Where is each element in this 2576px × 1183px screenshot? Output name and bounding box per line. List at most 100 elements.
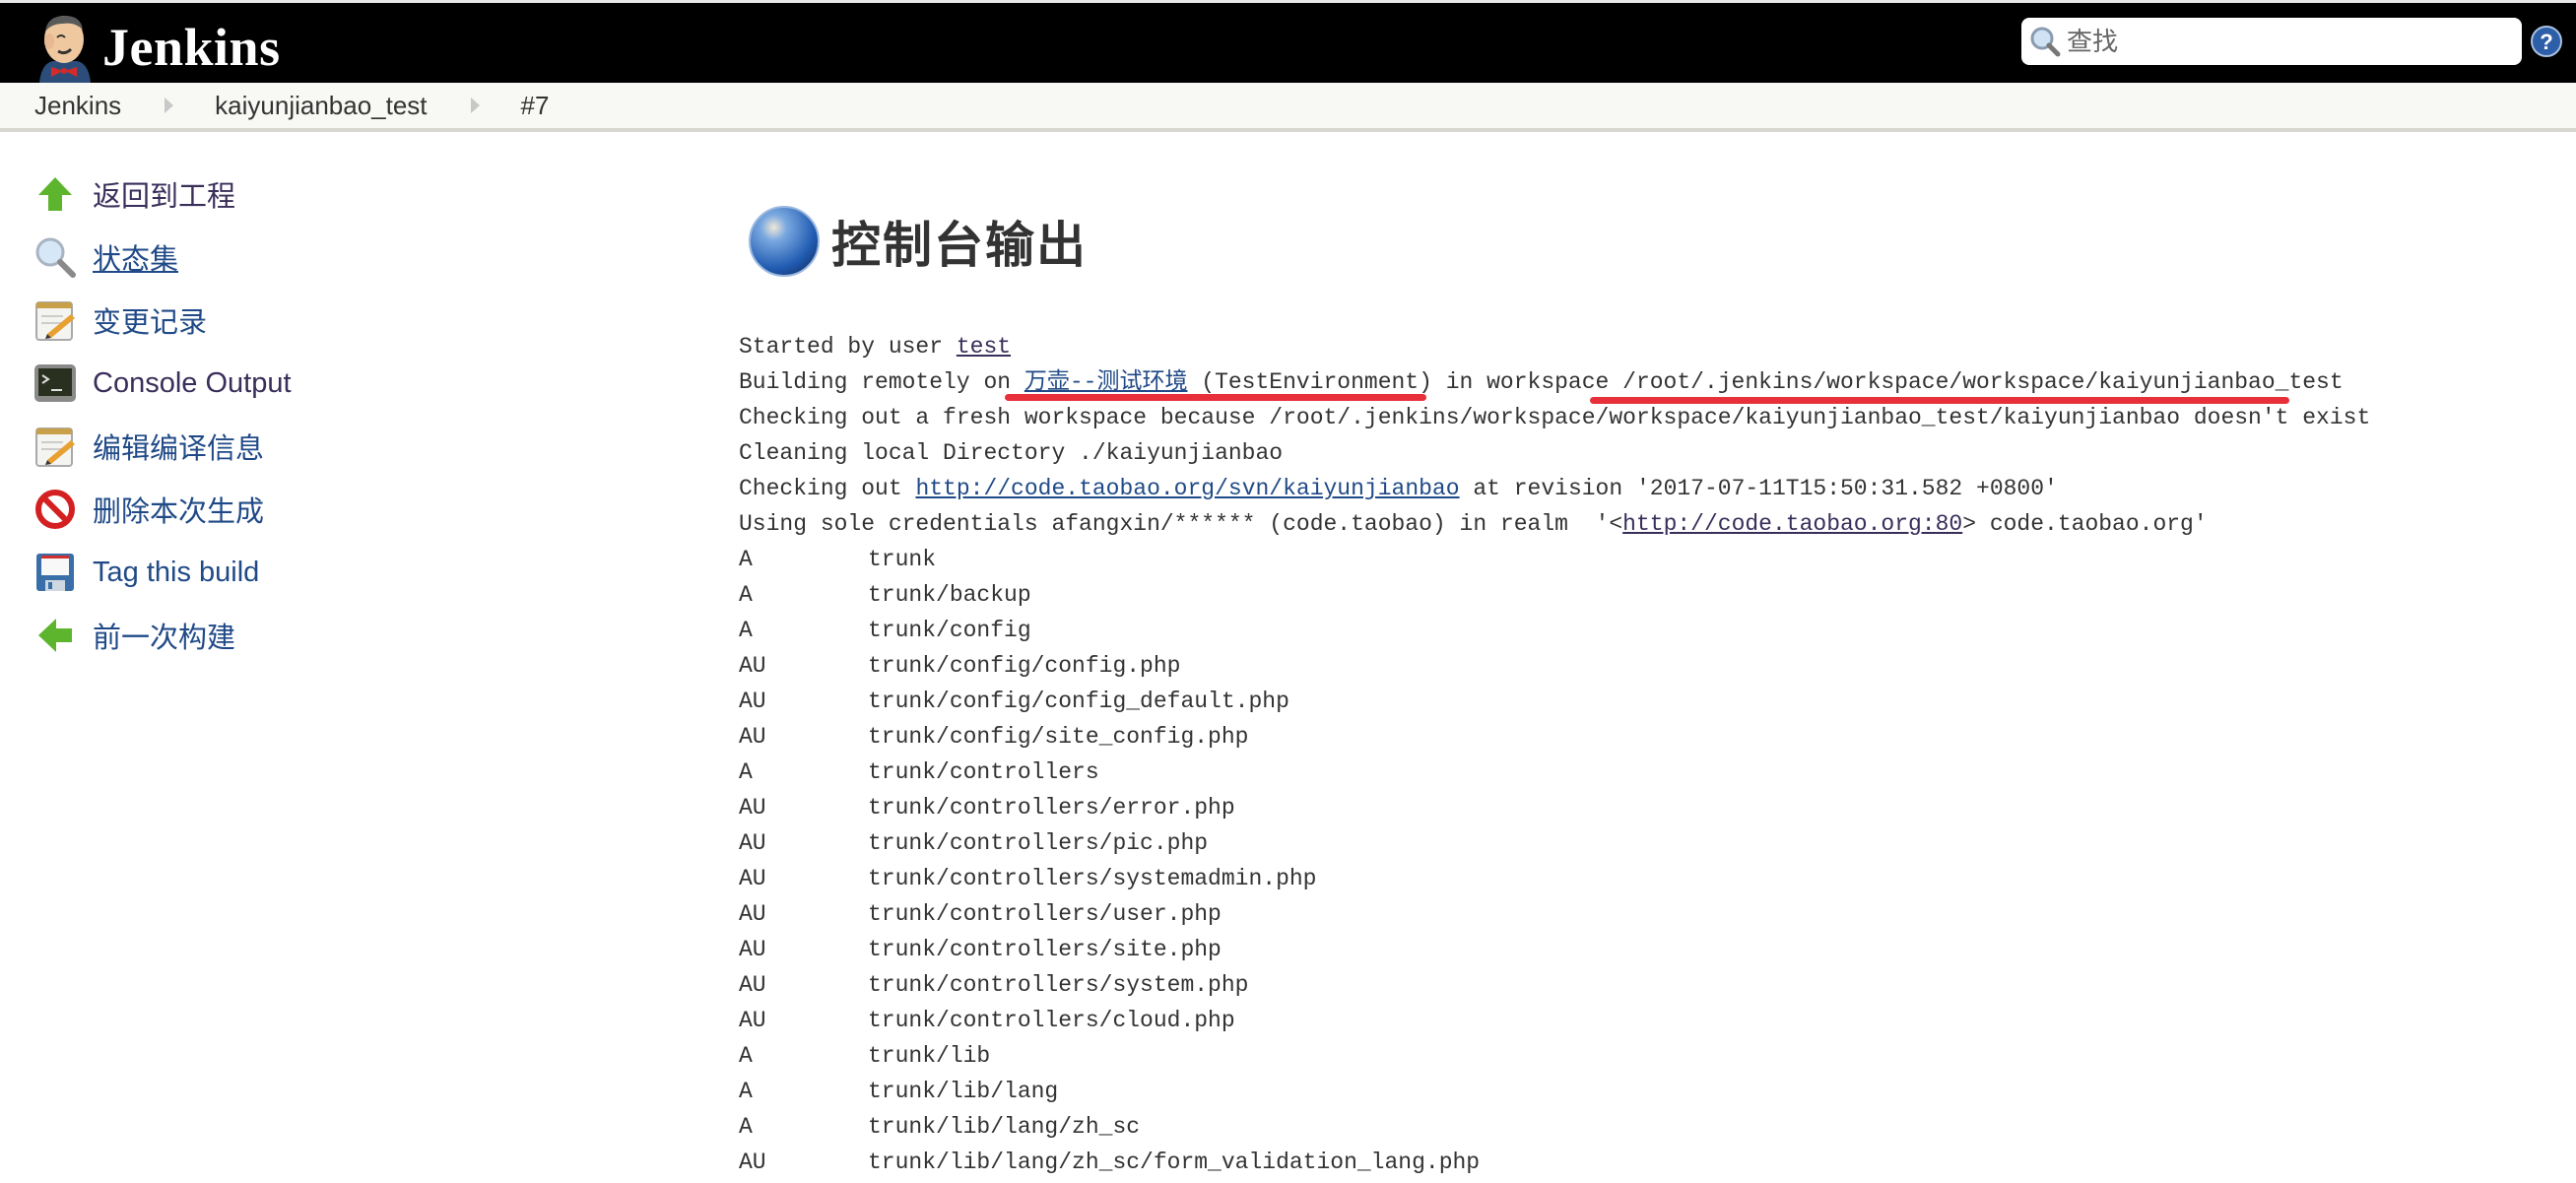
sidebar-item-label[interactable]: 前一次构建 — [93, 615, 235, 656]
console-line: Checking out a fresh workspace because /… — [739, 405, 2371, 430]
svn-status: A — [739, 1079, 753, 1104]
file-path: trunk/controllers/systemadmin.php — [868, 866, 1317, 891]
svn-status: A — [739, 1043, 753, 1069]
annotation-underline — [1005, 394, 1426, 401]
file-path: trunk/lib/lang/zh_sc — [868, 1114, 1141, 1140]
console-file-line: Atrunk/lib/lang — [739, 1079, 1058, 1104]
annotation-underline — [1590, 397, 2289, 404]
console-file-line: Atrunk — [739, 547, 936, 572]
file-path: trunk/lib/lang/zh_sc/form_validation_lan… — [868, 1150, 1481, 1175]
file-path: trunk/controllers/cloud.php — [868, 1008, 1235, 1033]
console-file-line: Atrunk/backup — [739, 582, 1031, 608]
left-arrow-icon — [32, 612, 79, 659]
sidebar-item-console-output[interactable]: Console Output — [32, 352, 292, 415]
side-panel: 返回到工程 状态集 变更记录 Console Output 编辑编译信息 删除本… — [32, 163, 292, 667]
console-line: Checking out http://code.taobao.org/svn/… — [739, 476, 2058, 501]
sidebar-item-label[interactable]: 返回到工程 — [93, 173, 235, 215]
sidebar-item-back-to-project[interactable]: 返回到工程 — [32, 163, 292, 226]
svn-status: AU — [739, 795, 766, 821]
sidebar-item-tag-build[interactable]: Tag this build — [32, 541, 292, 604]
file-path: trunk/backup — [868, 582, 1031, 608]
top-header: Jenkins ? — [0, 0, 2576, 83]
file-path: trunk/config/config_default.php — [868, 689, 1289, 714]
breadcrumb: Jenkins kaiyunjianbao_test #7 — [0, 83, 2576, 132]
console-file-line: AU trunk/controllers/system.php — [739, 972, 1248, 998]
console-file-line: AU trunk/controllers/user.php — [739, 901, 1222, 927]
main-panel: 控制台输出 — [739, 197, 1088, 286]
sidebar-item-delete-build[interactable]: 删除本次生成 — [32, 478, 292, 541]
user-link[interactable]: test — [957, 334, 1011, 360]
console-file-line: AU trunk/lib/lang/zh_sc/form_validation_l… — [739, 1150, 1480, 1175]
sidebar-item-label[interactable]: Console Output — [93, 367, 292, 400]
console-file-line: AU trunk/config/site_config.php — [739, 724, 1248, 750]
up-arrow-icon — [32, 170, 79, 218]
sidebar-item-label[interactable]: 变更记录 — [93, 299, 207, 341]
search-box[interactable] — [2021, 18, 2522, 65]
svn-status: A — [739, 1114, 753, 1140]
breadcrumb-separator-icon[interactable] — [470, 98, 480, 113]
breadcrumb-build[interactable]: #7 — [521, 91, 550, 121]
svn-status: AU — [739, 689, 766, 714]
notepad-icon — [32, 423, 79, 470]
console-line: Started by user test — [739, 334, 1012, 360]
sidebar-item-label[interactable]: 编辑编译信息 — [93, 426, 264, 467]
file-path: trunk/controllers/error.php — [868, 795, 1235, 821]
sidebar-item-status[interactable]: 状态集 — [32, 226, 292, 289]
file-path: trunk/controllers/system.php — [868, 972, 1249, 998]
svn-status: A — [739, 582, 753, 608]
logo-title: Jenkins — [102, 18, 281, 77]
floppy-icon — [32, 549, 79, 596]
node-link[interactable]: 万壶--测试环境 — [1024, 369, 1188, 395]
file-path: trunk/controllers/pic.php — [868, 830, 1209, 856]
breadcrumb-jenkins[interactable]: Jenkins — [34, 91, 121, 121]
no-entry-icon — [32, 486, 79, 533]
sidebar-item-previous-build[interactable]: 前一次构建 — [32, 604, 292, 667]
console-line: Using sole credentials afangxin/****** (… — [739, 511, 2208, 537]
page-heading: 控制台输出 — [747, 197, 1088, 286]
help-icon[interactable]: ? — [2530, 25, 2563, 58]
notepad-icon — [32, 296, 79, 344]
console-file-line: AU trunk/controllers/pic.php — [739, 830, 1208, 856]
console-file-line: Atrunk/lib — [739, 1043, 990, 1069]
file-path: trunk/controllers/site.php — [868, 937, 1222, 962]
search-icon — [2030, 27, 2061, 57]
svn-status: A — [739, 547, 753, 572]
breadcrumb-separator-icon[interactable] — [165, 98, 174, 113]
console-file-line: AU trunk/controllers/error.php — [739, 795, 1235, 821]
terminal-icon — [32, 360, 79, 407]
svn-url-link[interactable]: http://code.taobao.org/svn/kaiyunjianbao — [915, 476, 1459, 501]
search-icon — [32, 233, 79, 281]
console-file-line: AU trunk/config/config.php — [739, 653, 1180, 679]
svn-status: AU — [739, 972, 766, 998]
console-file-line: Atrunk/config — [739, 618, 1031, 643]
svn-status: AU — [739, 653, 766, 679]
file-path: trunk — [868, 547, 937, 572]
search-input[interactable] — [2065, 25, 2502, 58]
sidebar-item-label[interactable]: Tag this build — [93, 557, 259, 589]
svn-status: AU — [739, 724, 766, 750]
jenkins-butler-icon — [39, 16, 91, 83]
breadcrumb-project[interactable]: kaiyunjianbao_test — [215, 91, 427, 121]
svn-status: AU — [739, 1008, 766, 1033]
svn-status: A — [739, 759, 753, 785]
svn-status: AU — [739, 937, 766, 962]
sidebar-item-edit-build-info[interactable]: 编辑编译信息 — [32, 415, 292, 478]
sidebar-item-label[interactable]: 删除本次生成 — [93, 489, 264, 530]
console-output: Started by user test Building remotely o… — [739, 329, 2370, 1180]
console-file-line: AU trunk/controllers/systemadmin.php — [739, 866, 1316, 891]
console-line: Building remotely on 万壶--测试环境 (TestEnvir… — [739, 369, 2344, 395]
console-file-line: AU trunk/controllers/site.php — [739, 937, 1222, 962]
file-path: trunk/lib — [868, 1043, 991, 1069]
file-path: trunk/config/site_config.php — [868, 724, 1249, 750]
console-file-line: Atrunk/lib/lang/zh_sc — [739, 1114, 1140, 1140]
svn-status: AU — [739, 830, 766, 856]
realm-url-link[interactable]: http://code.taobao.org:80 — [1622, 511, 1962, 537]
console-file-line: AU trunk/controllers/cloud.php — [739, 1008, 1235, 1033]
svn-status: AU — [739, 901, 766, 927]
sidebar-item-changes[interactable]: 变更记录 — [32, 289, 292, 352]
jenkins-logo[interactable]: Jenkins — [33, 11, 281, 84]
sidebar-item-label[interactable]: 状态集 — [93, 236, 178, 278]
console-file-line: AU trunk/config/config_default.php — [739, 689, 1289, 714]
file-path: trunk/controllers — [868, 759, 1099, 785]
file-path: trunk/config — [868, 618, 1031, 643]
